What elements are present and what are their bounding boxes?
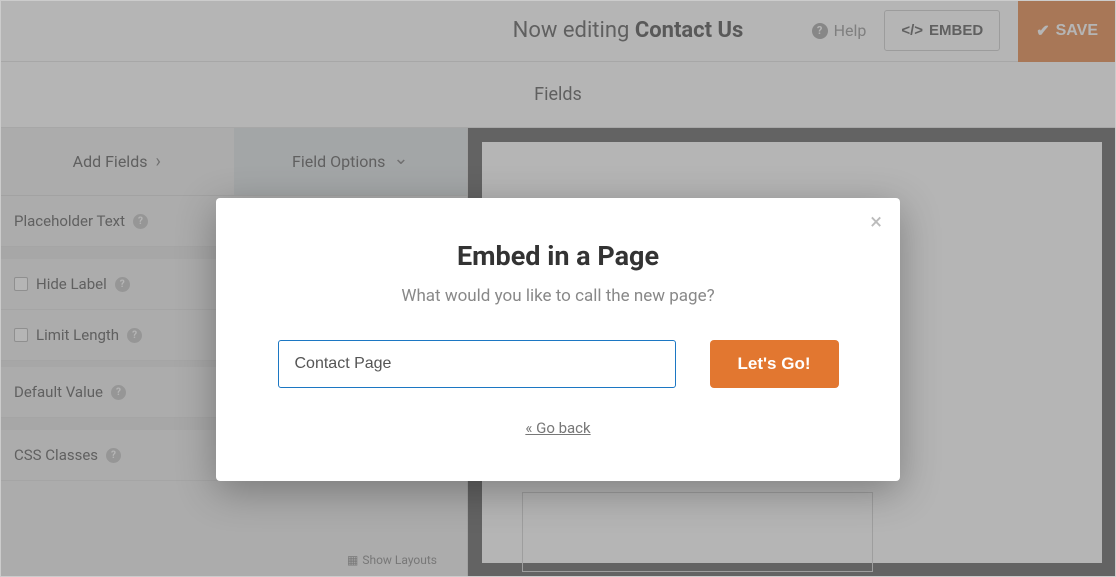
page-name-input[interactable] [278,340,676,388]
modal-subtitle: What would you like to call the new page… [272,286,844,306]
embed-modal: × Embed in a Page What would you like to… [216,198,900,481]
modal-title: Embed in a Page [272,240,844,272]
close-icon: × [870,210,882,235]
go-back-link[interactable]: « Go back [525,419,590,437]
lets-go-button[interactable]: Let's Go! [710,340,839,388]
modal-overlay[interactable]: × Embed in a Page What would you like to… [0,0,1116,577]
close-button[interactable]: × [870,212,882,234]
modal-form-row: Let's Go! [272,340,844,388]
